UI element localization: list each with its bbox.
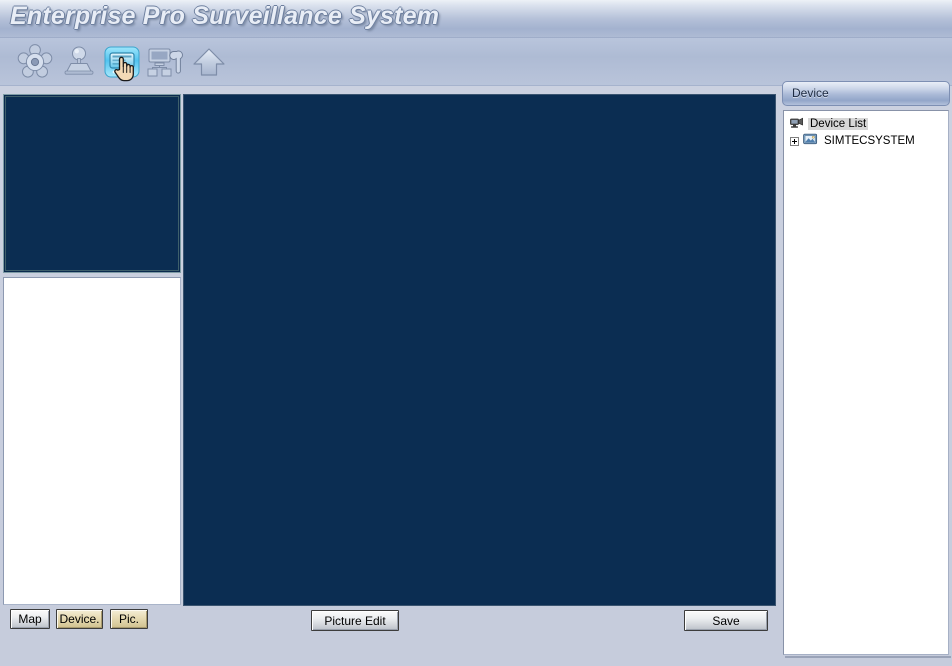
system-device-icon	[803, 133, 818, 149]
upload-arrow-icon[interactable]	[188, 42, 230, 82]
monitor-screen-icon[interactable]	[101, 42, 143, 82]
expand-plus-icon[interactable]	[790, 136, 799, 146]
settings-gear-icon[interactable]	[14, 42, 56, 82]
camera-thumbnail[interactable]	[3, 94, 181, 273]
tree-item-device-list[interactable]: Device List	[784, 116, 948, 132]
network-config-icon[interactable]	[144, 42, 186, 82]
dome-camera-icon[interactable]	[58, 42, 100, 82]
device-button[interactable]: Device.	[56, 609, 103, 629]
main-toolbar	[0, 38, 952, 86]
device-panel-header[interactable]: Device	[782, 81, 950, 106]
main-video-view[interactable]	[183, 94, 776, 606]
camera-thumbnail-inner	[5, 96, 179, 271]
device-tree[interactable]: Device List SIMTECSYSTEM	[783, 110, 949, 655]
map-button[interactable]: Map	[10, 609, 50, 629]
save-button[interactable]: Save	[684, 610, 768, 631]
item-list[interactable]	[3, 277, 181, 605]
device-panel-title: Device	[792, 86, 829, 100]
camera-device-icon	[790, 117, 804, 132]
tree-item-label: SIMTECSYSTEM	[824, 135, 915, 147]
picture-edit-button[interactable]: Picture Edit	[311, 610, 399, 631]
tree-item-simtecsystem[interactable]: SIMTECSYSTEM	[784, 133, 948, 149]
device-panel-shadow	[785, 656, 951, 658]
pic-button[interactable]: Pic.	[110, 609, 148, 629]
page-title: Enterprise Pro Surveillance System	[10, 2, 440, 30]
tree-item-label: Device List	[808, 118, 869, 130]
application-window: Enterprise Pro Surveillance System Map D…	[0, 0, 952, 666]
title-bar: Enterprise Pro Surveillance System	[0, 0, 952, 38]
